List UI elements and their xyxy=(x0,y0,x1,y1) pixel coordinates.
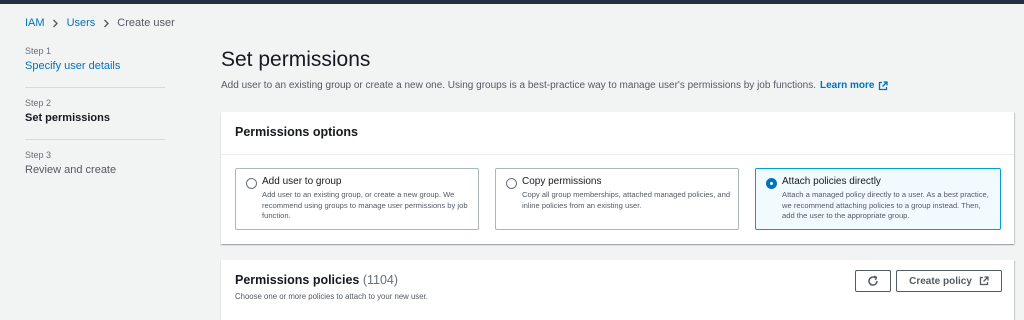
learn-more-label: Learn more xyxy=(820,80,875,91)
create-policy-label: Create policy xyxy=(909,275,972,287)
breadcrumb-item-create-user: Create user xyxy=(117,17,175,29)
option-description: Add user to an existing group, or create… xyxy=(262,190,468,220)
wizard-step-3: Step 3 Review and create xyxy=(25,150,165,176)
option-attach-policies-directly[interactable]: Attach policies directly Attach a manage… xyxy=(755,168,1001,230)
page-description: Add user to an existing group or create … xyxy=(221,80,889,91)
permissions-policies-panel: Permissions policies (1104) Choose one o… xyxy=(221,260,1014,320)
chevron-right-icon xyxy=(45,19,67,28)
breadcrumb-item-users[interactable]: Users xyxy=(67,17,96,29)
breadcrumb-item-iam[interactable]: IAM xyxy=(25,17,45,29)
chevron-right-icon xyxy=(95,19,117,28)
option-add-user-to-group[interactable]: Add user to group Add user to an existin… xyxy=(235,168,479,230)
option-title: Attach policies directly xyxy=(782,176,881,187)
breadcrumb: IAM Users Create user xyxy=(25,17,175,29)
step-link-specify-user-details[interactable]: Specify user details xyxy=(25,60,165,72)
radio-button[interactable] xyxy=(246,178,257,189)
create-policy-button[interactable]: Create policy xyxy=(896,270,1002,292)
page-title: Set permissions xyxy=(221,48,371,71)
step-divider xyxy=(25,87,165,88)
external-link-icon xyxy=(879,80,889,90)
option-title: Add user to group xyxy=(262,176,342,187)
step-divider xyxy=(25,139,165,140)
permissions-policies-subtitle: Choose one or more policies to attach to… xyxy=(235,292,428,301)
learn-more-link[interactable]: Learn more xyxy=(820,80,889,91)
step-number: Step 2 xyxy=(25,98,52,108)
panel-header: Permissions options xyxy=(221,112,1014,155)
radio-button[interactable] xyxy=(506,178,517,189)
external-link-icon xyxy=(979,276,989,286)
step-review-and-create: Review and create xyxy=(25,164,117,176)
top-navigation-bar xyxy=(0,0,1024,4)
page-description-text: Add user to an existing group or create … xyxy=(221,80,816,91)
option-description: Copy all group memberships, attached man… xyxy=(522,190,731,210)
option-copy-permissions[interactable]: Copy permissions Copy all group membersh… xyxy=(495,168,739,230)
step-current-set-permissions: Set permissions xyxy=(25,112,110,124)
wizard-step-2: Step 2 Set permissions xyxy=(25,98,165,124)
permissions-policies-title: Permissions policies (1104) xyxy=(235,273,398,287)
option-description: Attach a managed policy directly to a us… xyxy=(782,190,989,220)
refresh-button[interactable] xyxy=(855,270,891,292)
permissions-options-panel: Permissions options Add user to group Ad… xyxy=(221,112,1014,244)
wizard-step-1: Step 1 Specify user details xyxy=(25,46,165,72)
step-number: Step 1 xyxy=(25,46,52,56)
radio-button-selected[interactable] xyxy=(766,178,777,189)
refresh-icon xyxy=(868,275,878,286)
permissions-options-title: Permissions options xyxy=(235,125,358,139)
permissions-policies-label: Permissions policies xyxy=(235,273,360,287)
option-title: Copy permissions xyxy=(522,176,602,187)
policy-count: (1104) xyxy=(362,273,399,287)
step-number: Step 3 xyxy=(25,150,52,160)
